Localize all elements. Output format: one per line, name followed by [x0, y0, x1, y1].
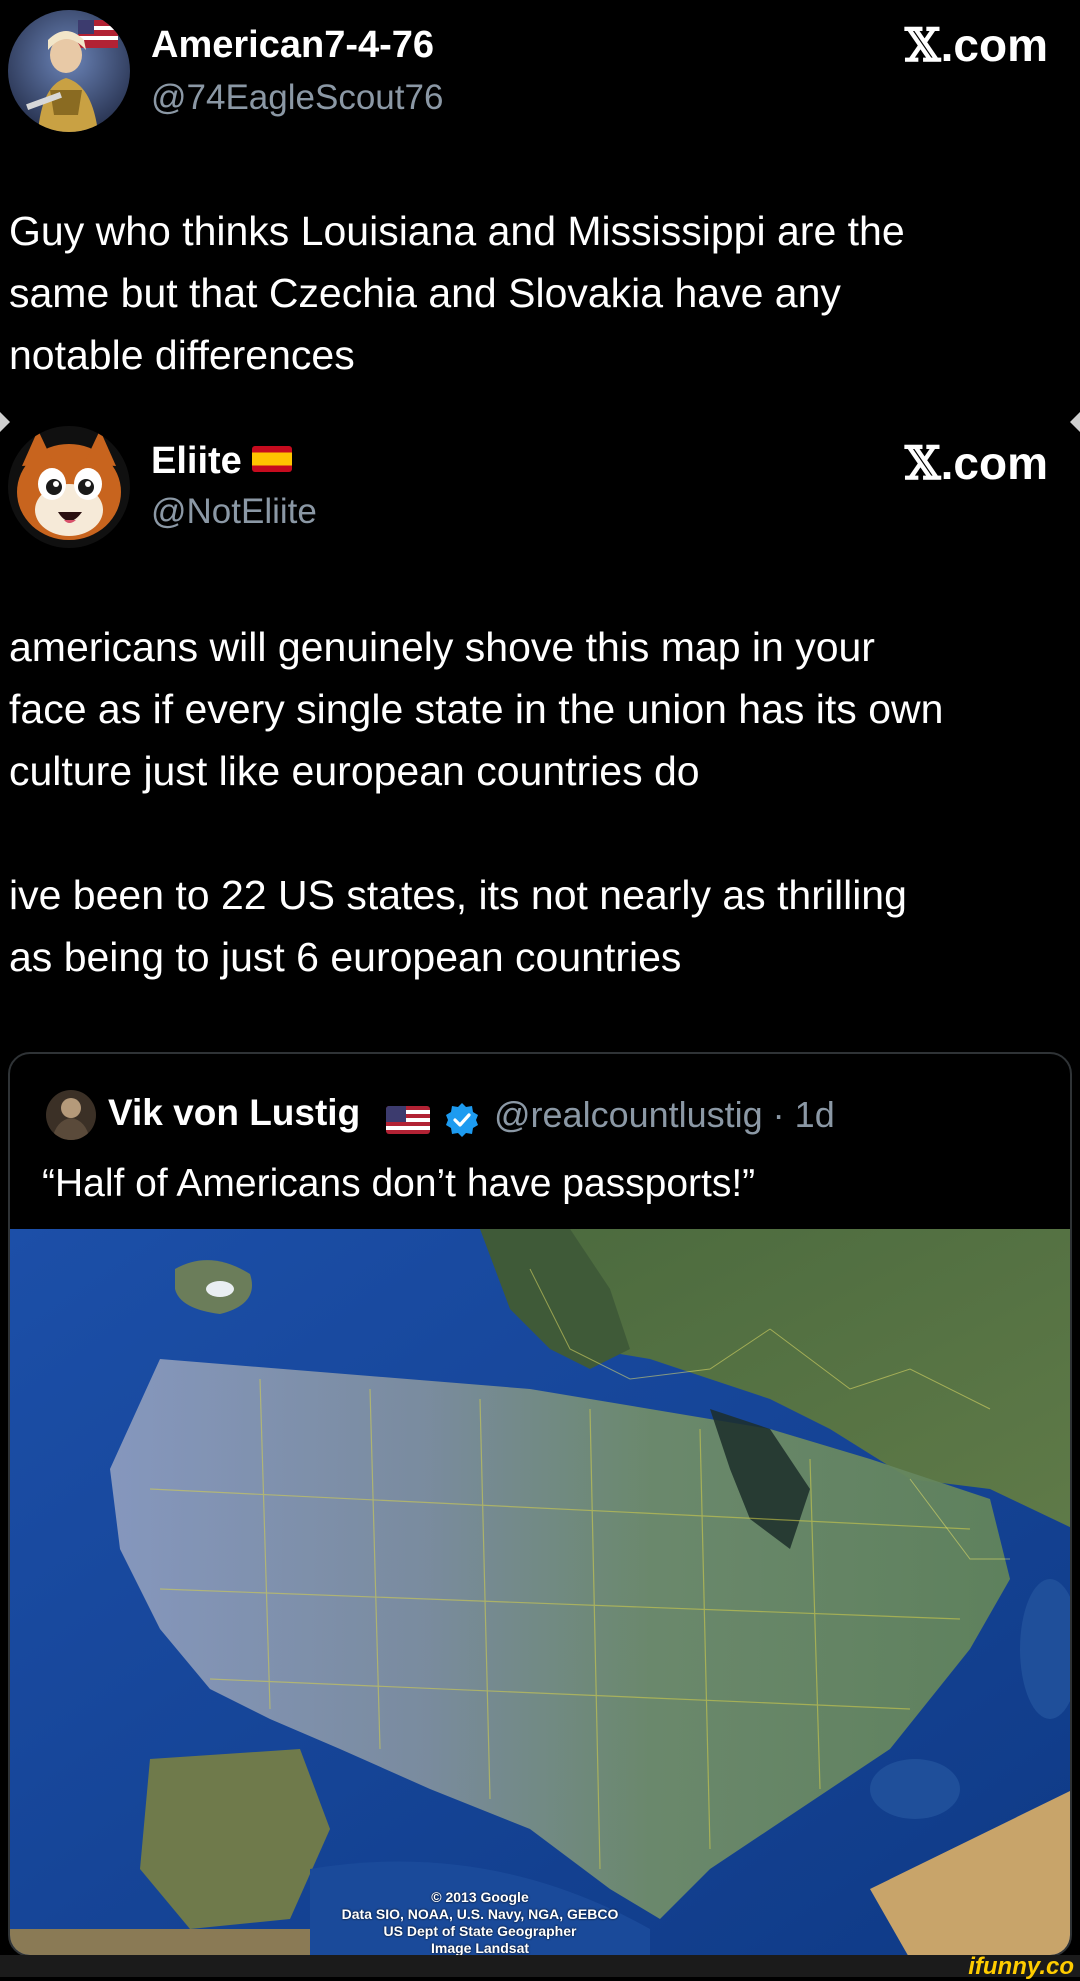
tweet-text: Guy who thinks Louisiana and Mississippi… [9, 208, 905, 378]
quoted-handle-time[interactable]: @realcountlustig · 1d [494, 1094, 835, 1136]
display-name[interactable]: Eliite [151, 440, 292, 483]
brand-suffix: .com [940, 19, 1048, 71]
x-com-logo: 𝕏.com [905, 18, 1048, 72]
quoted-display-name[interactable]: Vik von Lustig [108, 1092, 360, 1134]
display-name-text: Eliite [151, 440, 242, 482]
username-handle[interactable]: @74EagleScout76 [151, 78, 443, 118]
x-logo-icon: 𝕏 [904, 18, 941, 72]
map-attribution-line: Data SIO, NOAA, U.S. Navy, NGA, GEBCO [341, 1906, 619, 1922]
brand-suffix: .com [940, 437, 1048, 489]
tweet-text: americans will genuinely shove this map … [9, 624, 944, 980]
x-com-logo: 𝕏.com [905, 436, 1048, 490]
x-logo-icon: 𝕏 [904, 436, 941, 490]
verified-badge-icon [444, 1102, 480, 1138]
avatar-eliite[interactable] [8, 426, 130, 548]
usa-flag-icon [386, 1106, 430, 1134]
tweet-american: American7-4-76 @74EagleScout76 𝕏.com Guy… [0, 0, 1080, 420]
watermark-bar: ifunny.co [0, 1953, 1080, 1980]
map-attribution: © 2013 Google Data SIO, NOAA, U.S. Navy,… [300, 1889, 660, 1955]
quoted-tweet-card[interactable]: Vik von Lustig @realcountlustig · 1d “Ha… [8, 1052, 1072, 1957]
quoted-tweet-text: “Half of Americans don’t have passports!… [42, 1162, 756, 1205]
map-attribution-line: © 2013 Google [431, 1889, 529, 1905]
avatar-vik[interactable] [46, 1090, 96, 1140]
spain-flag-icon [251, 445, 292, 472]
map-attribution-line: US Dept of State Geographer [383, 1923, 577, 1939]
username-handle[interactable]: @NotEliite [151, 492, 317, 532]
satellite-map-overlay [10, 1229, 1070, 1955]
map-image[interactable]: © 2013 Google Data SIO, NOAA, U.S. Navy,… [10, 1229, 1070, 1955]
display-name[interactable]: American7-4-76 [151, 24, 434, 67]
avatar-american[interactable] [8, 10, 130, 132]
